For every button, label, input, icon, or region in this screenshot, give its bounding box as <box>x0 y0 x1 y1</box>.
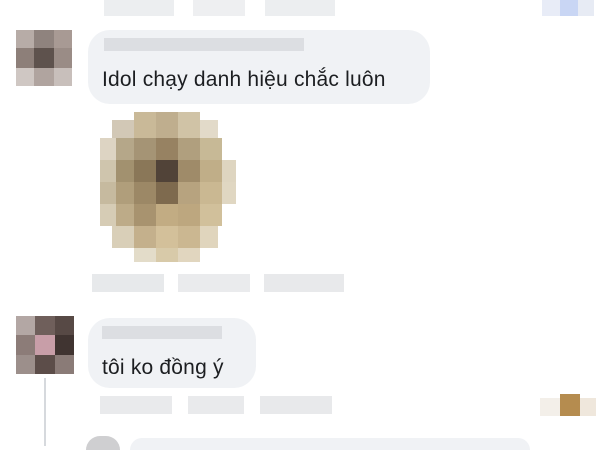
top-reaction-icon-3 <box>578 0 594 16</box>
comment-2-like[interactable] <box>188 396 244 414</box>
sticker-image[interactable] <box>92 112 252 272</box>
top-reaction-icon-2 <box>560 0 578 16</box>
comment-2-reply[interactable] <box>260 396 332 414</box>
reply-bubble[interactable] <box>130 438 530 450</box>
comment-1-reply[interactable] <box>264 274 344 292</box>
top-action-reply[interactable] <box>193 0 245 16</box>
reaction-icon[interactable] <box>540 394 596 420</box>
comment-2-time <box>100 396 172 414</box>
comment-bubble[interactable]: Idol chạy danh hiệu chắc luôn <box>88 30 430 104</box>
comment-1-time <box>92 274 164 292</box>
top-action-like[interactable] <box>104 0 174 16</box>
comment-text: tôi ko đồng ý <box>102 356 224 379</box>
avatar[interactable] <box>16 30 72 86</box>
comment-author[interactable] <box>104 38 304 51</box>
comment-text: Idol chạy danh hiệu chắc luôn <box>102 68 386 91</box>
top-action-more[interactable] <box>265 0 335 16</box>
comment-1-like[interactable] <box>178 274 250 292</box>
top-reaction-icon <box>542 0 560 16</box>
comment-bubble[interactable]: tôi ko đồng ý <box>88 318 256 388</box>
thread-line <box>44 378 46 446</box>
avatar[interactable] <box>16 316 74 374</box>
reply-avatar[interactable] <box>86 436 120 450</box>
comment-author[interactable] <box>102 326 222 339</box>
